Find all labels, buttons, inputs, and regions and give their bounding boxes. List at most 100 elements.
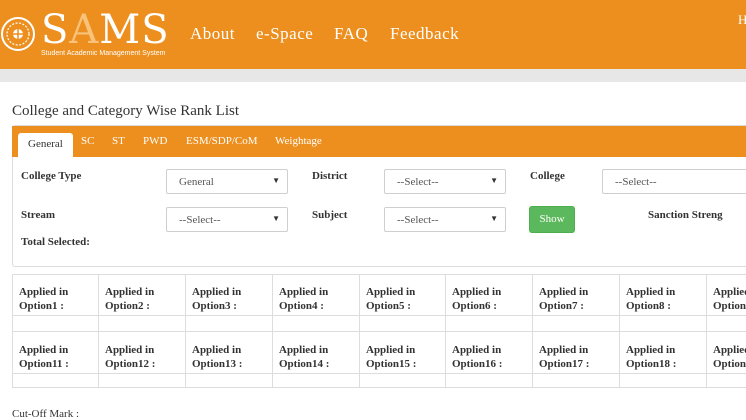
odisha-seal-icon — [1, 17, 35, 51]
option-header-line2: Option9 — [713, 300, 746, 312]
header-bar: SAMS Student Academic Management System … — [0, 0, 746, 69]
option-value-cell — [98, 315, 186, 332]
logo-subtitle: Student Academic Management System — [41, 50, 166, 57]
option-header-line2: Option2 : — [105, 300, 150, 312]
option-header-cell: Applied in Option14 : — [272, 331, 360, 374]
option-value-cell — [359, 315, 446, 332]
tab-general[interactable]: General — [18, 133, 73, 157]
total-selected-label: Total Selected: — [21, 236, 90, 248]
option-header-cell: Applied in Option16 : — [445, 331, 533, 374]
option-header-line2: Option18 : — [626, 358, 677, 370]
nav-espace[interactable]: e-Space — [256, 24, 313, 44]
option-header-cell: Applied in Option4 : — [272, 274, 360, 316]
caret-down-icon: ▼ — [272, 214, 280, 223]
logo-letter: M — [99, 7, 142, 53]
option-header-line1: Applied in — [366, 286, 416, 298]
option-value-cell — [185, 373, 273, 388]
category-tabs: General SC ST PWD ESM/SDP/CoM Weightage — [12, 126, 746, 157]
sanction-strength-label: Sanction Streng — [648, 209, 723, 221]
option-header-line1: Applied in — [539, 286, 589, 298]
tab-esm-sdp-com[interactable]: ESM/SDP/CoM — [186, 135, 258, 147]
page-title: College and Category Wise Rank List — [12, 103, 239, 119]
option-header-cell: Applied in Option3 : — [185, 274, 273, 316]
option-value-cell — [272, 373, 360, 388]
logo-letter: S — [41, 7, 70, 53]
option-header-cell: Applied in Option5 : — [359, 274, 446, 316]
tab-sc[interactable]: SC — [81, 135, 94, 147]
option-header-line1: Applied in — [279, 286, 329, 298]
option-value-cell — [98, 373, 186, 388]
option-header-line1: Applied in — [539, 344, 589, 356]
district-value: --Select-- — [397, 176, 439, 188]
stream-value: --Select-- — [179, 214, 221, 226]
option-header-cell: Applied Option1 — [706, 331, 746, 374]
option-header-cell: Applied in Option8 : — [619, 274, 707, 316]
option-header-cell: Applied in Option15 : — [359, 331, 446, 374]
option-value-cell — [272, 315, 360, 332]
option-header-line1: Applied in — [192, 286, 242, 298]
option-header-line2: Option4 : — [279, 300, 324, 312]
option-header-cell: Applied in Option11 : — [12, 331, 99, 374]
caret-down-icon: ▼ — [272, 176, 280, 185]
option-value-cell — [706, 315, 746, 332]
show-button[interactable]: Show — [529, 206, 575, 233]
option-header-line2: Option17 : — [539, 358, 590, 370]
option-header-line2: Option16 : — [452, 358, 503, 370]
option-value-cell — [445, 315, 533, 332]
nav-faq[interactable]: FAQ — [334, 24, 368, 44]
caret-down-icon: ▼ — [490, 176, 498, 185]
option-header-cell: Applied in Option17 : — [532, 331, 620, 374]
option-header-cell: Applied in Option12 : — [98, 331, 186, 374]
district-select[interactable]: --Select-- ▼ — [384, 169, 506, 194]
option-value-cell — [12, 315, 99, 332]
option-header-line1: Applied in — [19, 344, 69, 356]
tab-pwd[interactable]: PWD — [143, 135, 167, 147]
college-type-value: General — [179, 176, 214, 188]
option-header-line2: Option15 : — [366, 358, 417, 370]
options-row-2: Applied in Option11 : Applied in Option12 :… — [12, 331, 746, 374]
college-type-select[interactable]: General ▼ — [166, 169, 288, 194]
option-header-line1: Applied in — [279, 344, 329, 356]
tab-st[interactable]: ST — [112, 135, 125, 147]
option-value-cell — [706, 373, 746, 388]
option-header-line1: Applied in — [366, 344, 416, 356]
option-header-line1: Applied — [713, 286, 746, 298]
nav-home-partial[interactable]: H — [738, 12, 746, 28]
caret-down-icon: ▼ — [490, 214, 498, 223]
college-value: --Select-- — [615, 176, 657, 188]
nav-about[interactable]: About — [190, 24, 235, 44]
option-header-line2: Option11 : — [19, 358, 69, 370]
logo-text[interactable]: SAMS — [41, 6, 170, 54]
option-value-cell — [532, 373, 620, 388]
college-label: College — [530, 170, 565, 182]
applied-options-table: Applied in Option1 : Applied in Option2 : Ap… — [12, 274, 746, 388]
subject-label: Subject — [312, 209, 348, 221]
stream-label: Stream — [21, 209, 56, 221]
college-select[interactable]: --Select-- — [602, 169, 746, 194]
option-value-cell — [532, 315, 620, 332]
tab-weightage[interactable]: Weightage — [275, 135, 322, 147]
subject-select[interactable]: --Select-- ▼ — [384, 207, 506, 232]
option-header-cell: Applied in Option7 : — [532, 274, 620, 316]
option-value-cell — [445, 373, 533, 388]
stream-select[interactable]: --Select-- ▼ — [166, 207, 288, 232]
option-header-cell: Applied in Option1 : — [12, 274, 99, 316]
option-header-cell: Applied Option9 — [706, 274, 746, 316]
option-value-cell — [185, 315, 273, 332]
option-header-line2: Option5 : — [366, 300, 411, 312]
option-value-cell — [619, 315, 707, 332]
nav-feedback[interactable]: Feedback — [390, 24, 459, 44]
options-values-row-1 — [12, 315, 746, 332]
option-header-line2: Option7 : — [539, 300, 584, 312]
option-header-line2: Option1 : — [19, 300, 64, 312]
option-header-cell: Applied in Option2 : — [98, 274, 186, 316]
option-header-line1: Applied — [713, 344, 746, 356]
cutoff-mark-label: Cut-Off Mark : — [12, 408, 80, 420]
option-header-line2: Option1 — [713, 358, 746, 370]
option-header-line1: Applied in — [105, 286, 155, 298]
option-header-line1: Applied in — [105, 344, 155, 356]
option-header-line1: Applied in — [626, 344, 676, 356]
option-header-line2: Option6 : — [452, 300, 497, 312]
options-values-row-2 — [12, 373, 746, 388]
options-row-1: Applied in Option1 : Applied in Option2 : Ap… — [12, 274, 746, 316]
